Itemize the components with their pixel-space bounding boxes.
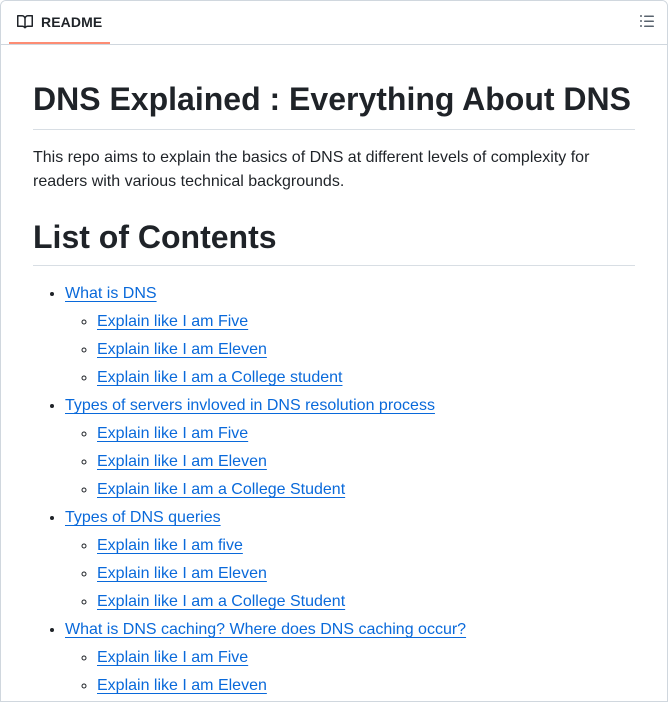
toc-link[interactable]: Types of DNS queries [65, 509, 221, 526]
list-item: Explain like I am a College student [97, 366, 635, 390]
toc-link[interactable]: What is DNS caching? Where does DNS cach… [65, 621, 466, 638]
outline-button[interactable] [639, 13, 657, 31]
readme-body: DNS Explained : Everything About DNS Thi… [1, 45, 667, 698]
toc-sublink[interactable]: Explain like I am a College student [97, 369, 342, 386]
list-item: Explain like I am five [97, 534, 635, 558]
toc-sublink[interactable]: Explain like I am Five [97, 313, 248, 330]
toc-sublink[interactable]: Explain like I am Eleven [97, 453, 267, 470]
list-item: Explain like I am a College Student [97, 590, 635, 614]
toc-sublink[interactable]: Explain like I am Eleven [97, 677, 267, 694]
contents-heading: List of Contents [33, 217, 635, 266]
toc-sublink[interactable]: Explain like I am Five [97, 425, 248, 442]
intro-paragraph: This repo aims to explain the basics of … [33, 149, 590, 190]
readme-panel: README DNS Explained : Everything About … [0, 0, 668, 702]
list-item: What is DNS caching? Where does DNS cach… [65, 618, 635, 698]
sub-list: Explain like I am Five Explain like I am… [65, 646, 635, 698]
sub-list: Explain like I am Five Explain like I am… [65, 422, 635, 502]
sub-list: Explain like I am Five Explain like I am… [65, 310, 635, 390]
book-icon [17, 14, 34, 30]
list-unordered-icon [639, 15, 655, 33]
toc-sublink[interactable]: Explain like I am Five [97, 649, 248, 666]
toc-sublink[interactable]: Explain like I am a College Student [97, 593, 345, 610]
tab-readme[interactable]: README [9, 1, 110, 44]
table-of-contents: What is DNS Explain like I am Five Expla… [33, 282, 635, 698]
list-item: Explain like I am Eleven [97, 674, 635, 698]
page-title: DNS Explained : Everything About DNS [33, 79, 635, 130]
toc-sublink[interactable]: Explain like I am Eleven [97, 565, 267, 582]
toc-sublink[interactable]: Explain like I am five [97, 537, 243, 554]
toc-link[interactable]: Types of servers invloved in DNS resolut… [65, 397, 435, 414]
list-item: Explain like I am Eleven [97, 338, 635, 362]
list-item: Types of DNS queries Explain like I am f… [65, 506, 635, 614]
list-item: What is DNS Explain like I am Five Expla… [65, 282, 635, 390]
toc-sublink[interactable]: Explain like I am a College Student [97, 481, 345, 498]
toc-link[interactable]: What is DNS [65, 285, 157, 302]
list-item: Explain like I am Eleven [97, 562, 635, 586]
list-item: Explain like I am Five [97, 646, 635, 670]
toc-sublink[interactable]: Explain like I am Eleven [97, 341, 267, 358]
readme-header: README [1, 1, 667, 45]
list-item: Explain like I am Eleven [97, 450, 635, 474]
tab-readme-label: README [41, 13, 103, 30]
list-item: Explain like I am Five [97, 310, 635, 334]
sub-list: Explain like I am five Explain like I am… [65, 534, 635, 614]
list-item: Types of servers invloved in DNS resolut… [65, 394, 635, 502]
list-item: Explain like I am a College Student [97, 478, 635, 502]
list-item: Explain like I am Five [97, 422, 635, 446]
